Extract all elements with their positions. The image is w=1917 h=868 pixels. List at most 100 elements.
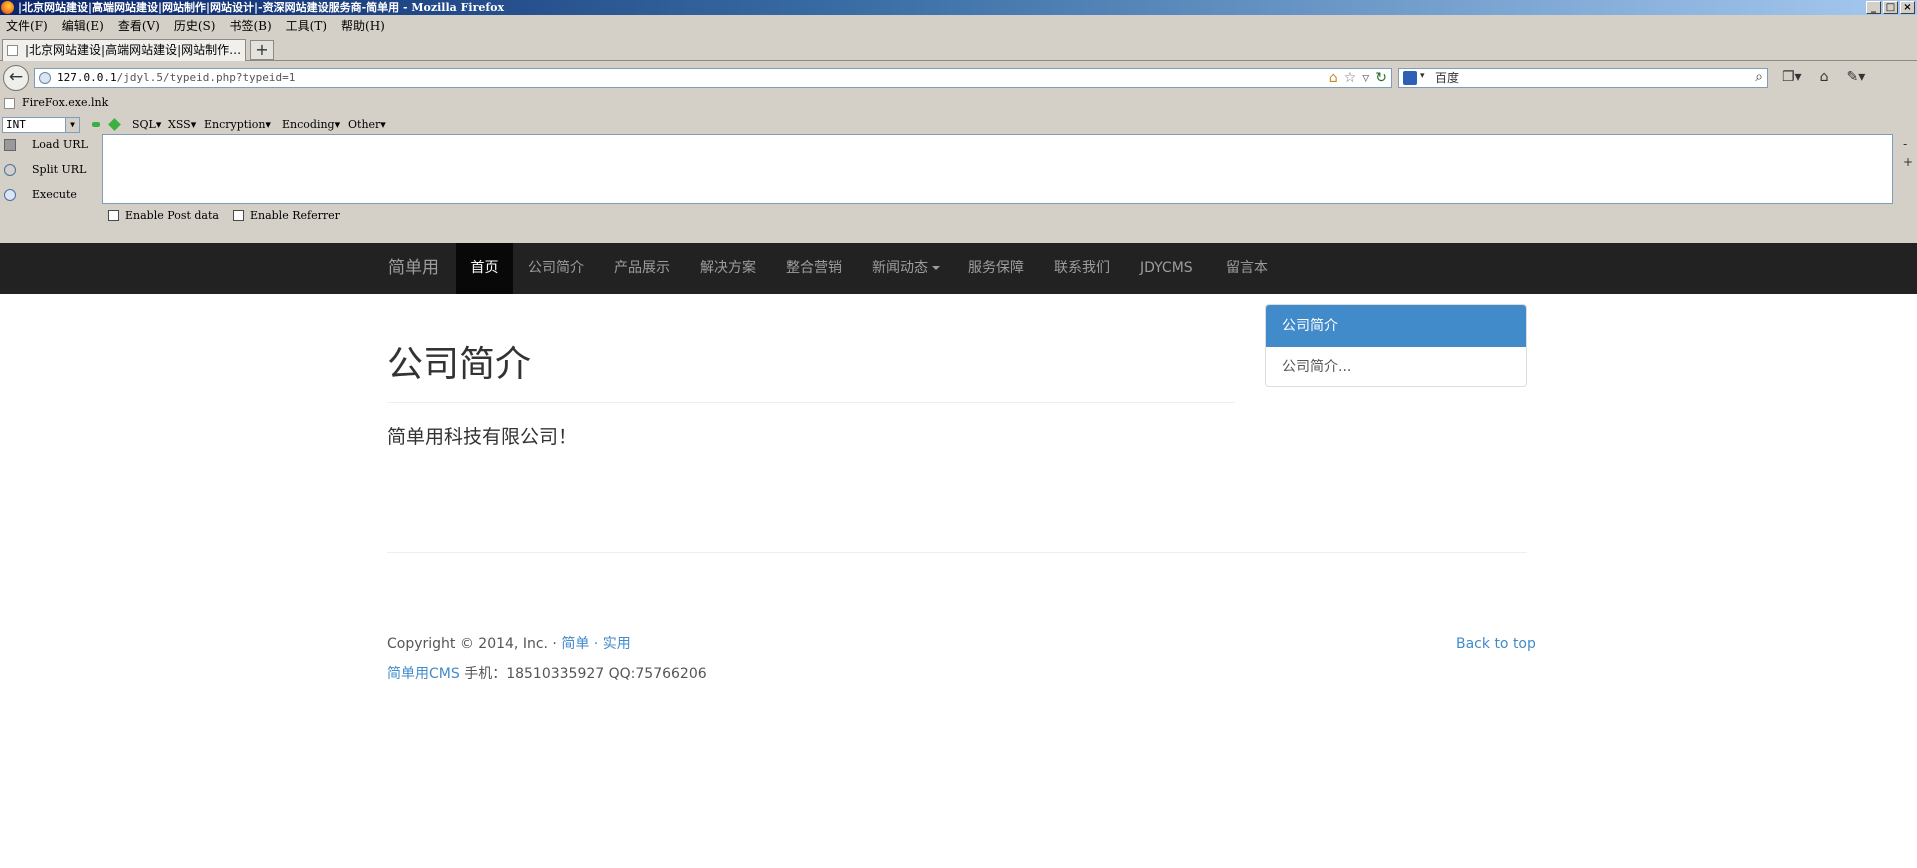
menu-view[interactable]: 查看(V) (118, 17, 160, 34)
engine-dropdown-icon[interactable]: ▾ (1420, 71, 1425, 81)
nav-solutions[interactable]: 解决方案 (700, 243, 756, 294)
hackbar-actions: Load URL Split URL Execute (0, 135, 100, 210)
nav-home[interactable]: 首页 (456, 243, 513, 294)
footer-copyright: Copyright © 2014, Inc. · 简单 · 实用 (387, 634, 631, 654)
hackbar-menu-encoding[interactable]: Encoding▾ (282, 118, 340, 131)
address-bar[interactable]: 127.0.0.1/jdyl.5/typeid.php?typeid=1 ⌂ ☆… (34, 68, 1392, 88)
tab-label: |北京网站建设|高端网站建设|网站制作… (25, 43, 242, 57)
load-url-label: Load URL (32, 138, 88, 151)
file-icon (4, 98, 15, 109)
footer-cms-link[interactable]: 简单用CMS (387, 666, 460, 682)
copyright-text: Copyright © 2014, Inc. · (387, 636, 562, 652)
menu-edit[interactable]: 编辑(E) (62, 17, 104, 34)
search-input[interactable]: 百度 (1435, 69, 1459, 87)
bookmark-star-icon[interactable]: ☆ (1344, 70, 1357, 86)
enable-referrer-label: Enable Referrer (249, 209, 340, 222)
back-to-top-link[interactable]: Back to top (1456, 634, 1536, 654)
footer-separator: · (589, 636, 603, 652)
page-title: 公司简介 (387, 343, 532, 384)
grow-button[interactable]: + (1903, 153, 1913, 171)
nav-jdycms[interactable]: JDYCMS (1140, 243, 1193, 294)
side-panel: 公司简介 公司简介... (1265, 304, 1527, 387)
increase-icon[interactable] (108, 118, 121, 131)
hackbar-menu-xss[interactable]: XSS▾ (168, 118, 196, 131)
hackbar-menu-sql[interactable]: SQL▾ (132, 118, 161, 131)
enable-referrer-checkbox[interactable]: Enable Referrer (232, 209, 340, 222)
nav-contact[interactable]: 联系我们 (1054, 243, 1110, 294)
back-arrow-icon: ← (8, 67, 24, 87)
page-body-text: 简单用科技有限公司！ (387, 426, 578, 448)
nav-products[interactable]: 产品展示 (614, 243, 670, 294)
footer-contact: 简单用CMS 手机：18510335927 QQ:75766206 (387, 664, 707, 684)
menu-tools[interactable]: 工具(T) (286, 17, 327, 34)
hackbar-menu-encryption[interactable]: Encryption▾ (204, 118, 271, 131)
tab-strip: |北京网站建设|高端网站建设|网站制作… + (0, 37, 1917, 61)
execute-button[interactable]: Execute (0, 185, 100, 205)
menu-bookmarks[interactable]: 书签(B) (229, 17, 271, 34)
tab-active[interactable]: |北京网站建设|高端网站建设|网站制作… (2, 39, 246, 61)
url-host: 127.0.0.1 (57, 71, 117, 84)
search-bar[interactable]: ▾ 百度 ⌕ (1398, 68, 1768, 88)
bookmarks-toolbar: FireFox.exe.lnk (0, 95, 1917, 113)
checkbox-box[interactable] (232, 210, 244, 221)
footer-link-simple[interactable]: 简单 (561, 636, 589, 652)
nav-service[interactable]: 服务保障 (968, 243, 1024, 294)
execute-icon (4, 189, 16, 201)
site-brand[interactable]: 简单用 (388, 243, 439, 294)
menu-help[interactable]: 帮助(H) (341, 17, 385, 34)
footer-divider (387, 552, 1527, 553)
home-star-icon[interactable]: ⌂ (1329, 70, 1338, 86)
select-caret-icon[interactable]: ▼ (65, 118, 79, 132)
reload-icon[interactable]: ↻ (1375, 70, 1387, 86)
nav-guestbook[interactable]: 留言本 (1226, 243, 1268, 294)
window-title: |北京网站建设|高端网站建设|网站制作|网站设计|-资深网站建设服务商-简单用 … (18, 1, 505, 14)
window-controls: _ □ × (1866, 1, 1915, 14)
decrease-icon[interactable] (92, 122, 100, 127)
search-icon[interactable]: ⌕ (1755, 69, 1763, 85)
firefox-logo-icon (1, 1, 14, 14)
shrink-button[interactable]: - (1903, 135, 1913, 153)
checkbox-box[interactable] (108, 210, 119, 221)
minimize-button[interactable]: _ (1866, 1, 1881, 14)
maximize-button[interactable]: □ (1883, 1, 1898, 14)
nav-news[interactable]: 新闻动态 (872, 243, 940, 294)
url-path: /jdyl.5/typeid.php?typeid=1 (116, 71, 296, 84)
hackbar-url-textarea[interactable] (102, 134, 1893, 204)
nav-about[interactable]: 公司简介 (528, 243, 584, 294)
footer-link-practical[interactable]: 实用 (603, 636, 631, 652)
site-navbar: 简单用 首页 公司简介 产品展示 解决方案 整合营销 新闻动态 服务保障 联系我… (0, 243, 1917, 294)
new-tab-button[interactable]: + (250, 40, 274, 60)
split-url-button[interactable]: Split URL (0, 160, 100, 180)
dropdown-history-icon[interactable]: ▿ (1362, 70, 1369, 86)
site-identity-icon[interactable] (39, 72, 51, 84)
execute-label: Execute (32, 188, 77, 201)
menu-bar: 文件(F) 编辑(E) 查看(V) 历史(S) 书签(B) 工具(T) 帮助(H… (0, 15, 1917, 35)
menu-file[interactable]: 文件(F) (6, 17, 48, 34)
addon-icon[interactable]: ✎▾ (1846, 69, 1865, 85)
hackbar-resize-buttons: - + (1903, 135, 1913, 171)
baidu-icon[interactable] (1403, 71, 1417, 85)
menu-history[interactable]: 历史(S) (174, 17, 216, 34)
side-panel-item[interactable]: 公司简介... (1266, 347, 1526, 386)
load-url-icon (4, 139, 16, 151)
address-url[interactable]: 127.0.0.1/jdyl.5/typeid.php?typeid=1 (57, 69, 295, 87)
home-icon[interactable]: ⌂ (1820, 69, 1829, 85)
nav-marketing[interactable]: 整合营销 (786, 243, 842, 294)
hackbar-select-value: INT (6, 118, 26, 131)
enable-post-checkbox[interactable]: Enable Post data (108, 209, 219, 222)
window-titlebar: |北京网站建设|高端网站建设|网站制作|网站设计|-资深网站建设服务商-简单用 … (0, 0, 1917, 15)
address-bar-icons: ⌂ ☆ ▿ ↻ (1329, 70, 1387, 86)
split-url-icon (4, 164, 16, 176)
back-button[interactable]: ← (3, 65, 29, 91)
hackbar-type-select[interactable]: INT ▼ (2, 117, 80, 133)
hackbar-menu-other[interactable]: Other▾ (348, 118, 386, 131)
load-url-button[interactable]: Load URL (0, 135, 100, 155)
page-menu-icon[interactable]: ❐▾ (1782, 69, 1802, 85)
bookmark-item[interactable]: FireFox.exe.lnk (22, 96, 108, 109)
footer-contact-text: 手机：18510335927 QQ:75766206 (459, 666, 707, 682)
chevron-down-icon (932, 266, 940, 270)
nav-news-label: 新闻动态 (872, 260, 928, 276)
side-panel-heading: 公司简介 (1266, 305, 1526, 347)
enable-post-label: Enable Post data (125, 209, 219, 222)
close-button[interactable]: × (1900, 1, 1915, 14)
